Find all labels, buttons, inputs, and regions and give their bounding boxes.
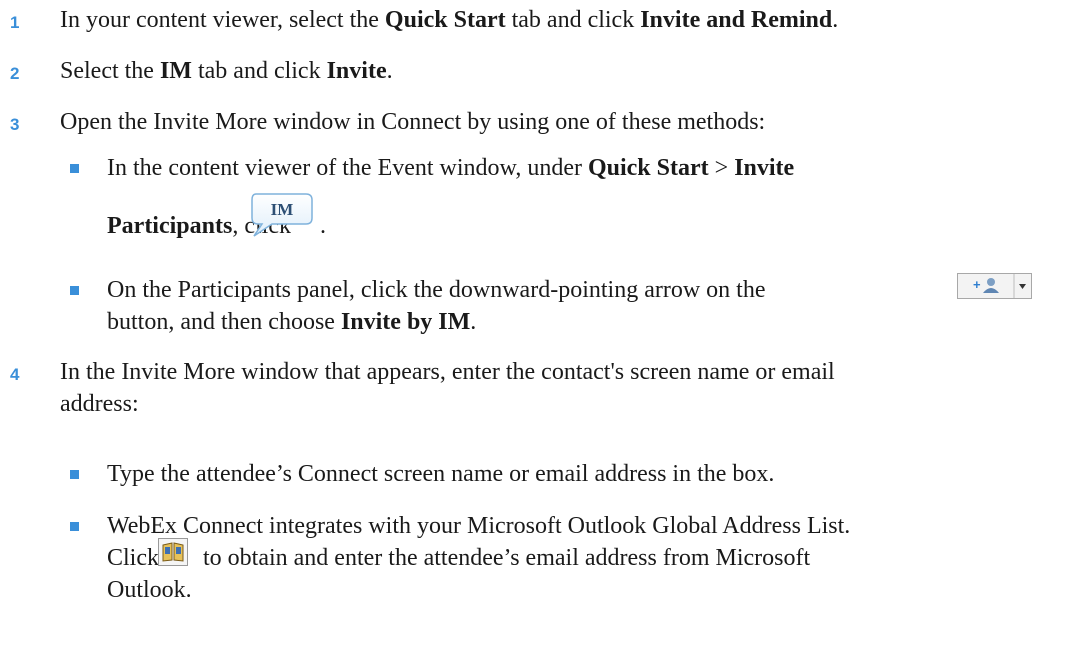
step-number: 1 — [10, 13, 20, 32]
step-4-bullet-2-line-3: Outlook. — [107, 577, 192, 603]
bullet-marker — [70, 470, 79, 479]
step-text: Select the IM tab and click Invite. — [60, 58, 393, 84]
period: . — [320, 213, 326, 239]
step-text-line-1: In the Invite More window that appears, … — [60, 359, 835, 385]
step-number: 2 — [10, 64, 20, 83]
bullet-marker — [70, 522, 79, 531]
step-4-bullet-2-line-2: Click to obtain and enter the attendee’s… — [107, 545, 811, 571]
step-4-bullet-1: Type the attendee’s Connect screen name … — [107, 461, 775, 487]
step-3-bullet-2-line-2: button, and then choose Invite by IM. — [107, 309, 477, 335]
step-text: Open the Invite More window in Connect b… — [60, 109, 766, 135]
step-text-line-2: address: — [60, 391, 139, 417]
step-number: 4 — [10, 365, 20, 384]
step-4-bullet-2-line-1: WebEx Connect integrates with your Micro… — [107, 513, 851, 539]
svg-text:+: + — [973, 277, 981, 292]
bullet-marker — [70, 286, 79, 295]
im-speech-bubble-icon: IM — [248, 190, 316, 238]
im-icon-label: IM — [271, 200, 294, 219]
step-3-bullet-2: On the Participants panel, click the dow… — [107, 277, 766, 303]
step-number: 3 — [10, 115, 20, 134]
add-participant-dropdown-icon: + — [957, 273, 1032, 299]
bullet-marker — [70, 164, 79, 173]
step-text: In your content viewer, select the Quick… — [60, 7, 839, 33]
step-3-bullet-1: In the content viewer of the Event windo… — [107, 155, 795, 181]
address-book-icon — [158, 538, 188, 566]
